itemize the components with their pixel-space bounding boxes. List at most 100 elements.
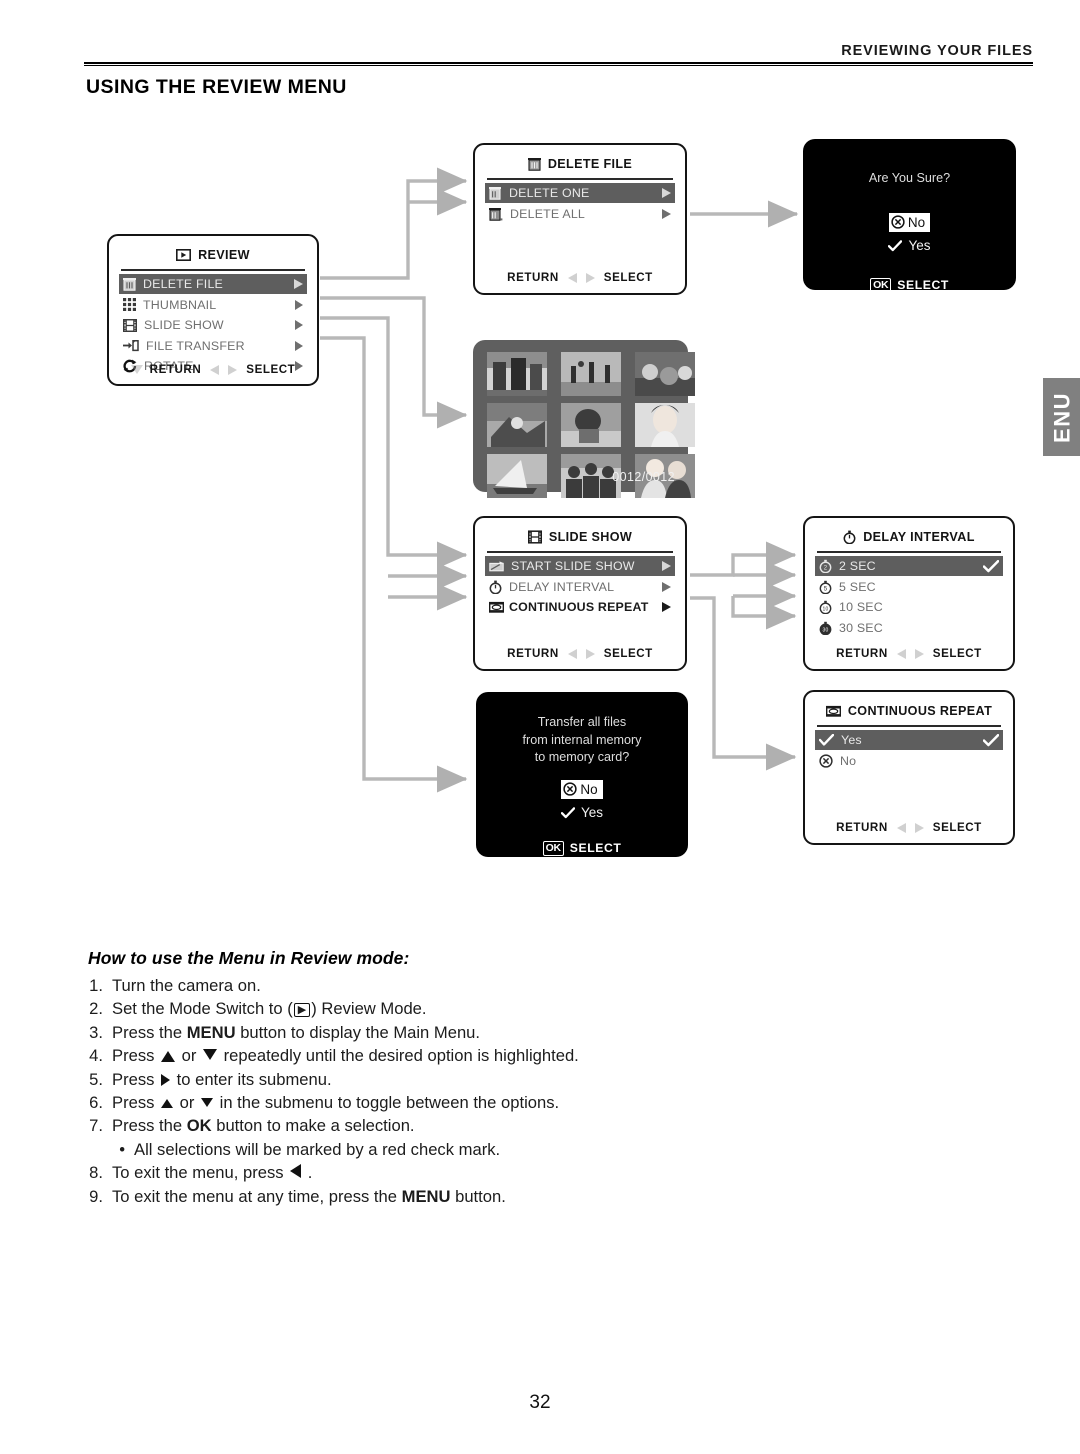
panel-slide-show: SLIDE SHOW START SLIDE SHOW DELAY INTERV…	[473, 516, 687, 671]
menu-item-label: DELETE ALL	[510, 206, 586, 221]
panel-review-rows: DELETE FILE THUMBNAIL SLIDE SHOW FILE TR…	[109, 273, 317, 377]
step-text-before: To exit the menu, press	[112, 1163, 289, 1183]
select-label: SELECT	[897, 278, 949, 292]
chevron-right-icon	[662, 188, 671, 199]
menu-item-file-transfer[interactable]: FILE TRANSFER	[119, 335, 307, 356]
step-text: Press or repeatedly until the desired op…	[112, 1044, 846, 1067]
menu-item-delete-one[interactable]: DELETE ONE	[485, 182, 675, 204]
page-title: USING THE REVIEW MENU	[86, 76, 347, 98]
play-review-icon: ▶	[293, 1003, 311, 1018]
projector-icon	[489, 560, 504, 573]
arrow-down-icon	[201, 1098, 214, 1108]
check-icon	[560, 806, 575, 819]
menu-item-delay-interval[interactable]: DELAY INTERVAL	[485, 576, 675, 597]
thumbnail-item[interactable]	[561, 403, 621, 447]
step-text: Press to enter its submenu.	[112, 1068, 846, 1091]
step-number: 9.	[89, 1186, 103, 1206]
dialog-ok-select: OK SELECT	[803, 275, 1016, 293]
step-text-after: to enter its submenu.	[172, 1069, 332, 1089]
step-text-before: Press	[112, 1093, 160, 1113]
select-label: SELECT	[603, 271, 653, 284]
list-item: 1. Turn the camera on.	[86, 974, 846, 997]
menu-item-repeat-no[interactable]: No	[815, 750, 1003, 771]
thumbnail-counter: 0012/0012	[612, 470, 675, 484]
chevron-right-icon	[585, 648, 595, 659]
step-number: 1.	[89, 976, 103, 995]
list-item: 8. To exit the menu, press .	[86, 1161, 846, 1184]
thumbnail-item[interactable]	[635, 352, 695, 396]
ok-key-icon: OK	[870, 277, 892, 293]
menu-item-continuous-repeat[interactable]: CONTINUOUS REPEAT	[485, 597, 675, 618]
menu-item-start-slide-show[interactable]: START SLIDE SHOW	[485, 555, 675, 577]
menu-item-2-sec[interactable]: 2 2 SEC	[815, 555, 1003, 577]
dialog-option-no[interactable]: No	[476, 779, 688, 802]
step-text-before: Press	[112, 1069, 160, 1089]
menu-item-thumbnail[interactable]: THUMBNAIL	[119, 294, 307, 315]
dialog-option-yes[interactable]: Yes	[803, 236, 1016, 257]
step-text: To exit the menu, press .	[112, 1161, 846, 1184]
step-number: 2.	[89, 999, 103, 1019]
panel-slide-show-footer: RETURN SELECT	[475, 647, 685, 660]
step-text-before: Press	[112, 1046, 160, 1066]
menu-item-label: START SLIDE SHOW	[511, 559, 635, 574]
menu-item-label: THUMBNAIL	[143, 297, 217, 312]
chevron-left-icon	[210, 364, 220, 375]
step-text-before: Press the	[112, 1022, 187, 1042]
header-rule	[84, 62, 1033, 66]
menu-item-label: No	[840, 753, 857, 768]
panel-continuous-repeat-title-text: CONTINUOUS REPEAT	[847, 704, 993, 718]
option-no-label: No	[907, 214, 926, 230]
trash-icon	[527, 157, 541, 171]
chevron-left-icon	[567, 272, 577, 283]
menu-item-delete-file[interactable]: DELETE FILE	[119, 273, 307, 295]
panel-continuous-repeat-footer: RETURN SELECT	[805, 821, 1013, 834]
step-keyword: MENU	[401, 1186, 451, 1206]
menu-item-10-sec[interactable]: 10 10 SEC	[815, 597, 1003, 618]
step-text-after: .	[303, 1163, 313, 1183]
menu-item-slide-show[interactable]: SLIDE SHOW	[119, 315, 307, 336]
panel-slide-show-title: SLIDE SHOW	[475, 524, 685, 550]
screen-thumbnail-grid: 0012/0012	[473, 340, 695, 498]
panel-delay-interval-title-text: DELAY INTERVAL	[863, 530, 975, 544]
panel-review-footer: RETURN SELECT	[109, 363, 317, 376]
menu-item-label: 30 SEC	[839, 620, 883, 635]
check-icon	[819, 734, 834, 746]
svg-text:5: 5	[824, 586, 828, 592]
page-number: 32	[529, 1392, 551, 1413]
select-label: SELECT	[932, 647, 982, 660]
thumbnail-item[interactable]	[487, 352, 547, 396]
arrow-up-icon	[161, 1099, 174, 1109]
cross-circle-icon	[891, 215, 905, 229]
stopwatch-icon	[489, 580, 502, 594]
panel-review: REVIEW DELETE FILE THUMBNAIL SLIDE SHOW …	[107, 234, 319, 386]
menu-item-5-sec[interactable]: 5 5 SEC	[815, 576, 1003, 597]
menu-item-30-sec[interactable]: 30 30 SEC	[815, 617, 1003, 638]
menu-item-repeat-yes[interactable]: Yes	[815, 729, 1003, 751]
dialog-option-yes[interactable]: Yes	[476, 803, 688, 824]
return-label: RETURN	[836, 647, 888, 660]
list-item: 3. Press the MENU button to display the …	[86, 1021, 846, 1044]
step-text: Press the OK button to make a selection.	[112, 1114, 846, 1137]
step-keyword: MENU	[186, 1022, 236, 1042]
thumbnail-item[interactable]	[561, 352, 621, 396]
svg-text:10: 10	[823, 606, 829, 612]
list-item: 7. Press the OK button to make a selecti…	[86, 1114, 846, 1137]
select-label: SELECT	[932, 821, 982, 834]
option-yes-label: Yes	[580, 805, 604, 820]
option-yes-label: Yes	[908, 238, 931, 253]
menu-item-delete-all[interactable]: DELETE ALL	[485, 203, 675, 224]
menu-item-label: Yes	[841, 733, 862, 748]
step-number: 8.	[89, 1163, 103, 1183]
stopwatch-2-icon: 2	[819, 559, 832, 574]
check-icon	[983, 733, 999, 747]
play-review-icon	[176, 249, 192, 261]
thumbnail-item[interactable]	[487, 454, 547, 498]
dialog-option-no[interactable]: No	[803, 212, 1016, 235]
panel-review-title: REVIEW	[109, 242, 317, 268]
thumbnail-item[interactable]	[635, 403, 695, 447]
check-icon	[983, 559, 999, 573]
panel-delete-file-title-text: DELETE FILE	[547, 157, 633, 171]
list-item: 5. Press to enter its submenu.	[86, 1068, 846, 1091]
arrow-left-icon	[290, 1164, 302, 1179]
thumbnail-item[interactable]	[487, 403, 547, 447]
